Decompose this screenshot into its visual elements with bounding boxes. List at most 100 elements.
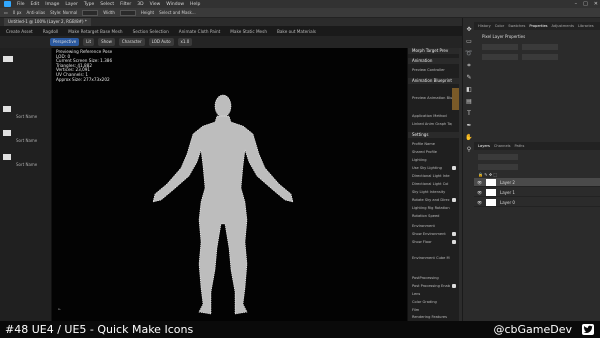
document-tab[interactable]: Untitled-1 @ 100% (Layer 2, RGB/8#) *	[4, 18, 91, 26]
width-field[interactable]	[82, 9, 99, 16]
marquee-tool-icon[interactable]: ▭	[465, 38, 473, 46]
ue-tab-retarget[interactable]: Make Retarget Base Mesh	[68, 29, 122, 34]
lasso-tool-icon[interactable]: ➰	[465, 50, 473, 58]
menu-help[interactable]: Help	[190, 2, 200, 7]
sort-name-label[interactable]: Sort Name	[16, 138, 37, 143]
section-postprocessing[interactable]: PostProcessing	[412, 276, 452, 280]
brush-tool-icon[interactable]: ✎	[465, 74, 473, 82]
lit-button[interactable]: Lit	[83, 38, 95, 46]
ue-tab-create-asset[interactable]: Create Asset	[6, 29, 33, 34]
properties-title: Pixel Layer Properties	[482, 34, 526, 39]
tab-adjustments[interactable]: Adjustments	[552, 24, 575, 28]
section-animation-blueprint[interactable]: Animation Blueprint	[408, 78, 463, 84]
hand-tool-icon[interactable]: ✋	[465, 134, 473, 142]
video-title: #48 UE4 / UE5 - Quick Make Icons	[5, 323, 194, 336]
left-panel-swatch[interactable]	[3, 154, 11, 160]
ue-tab-section-selection[interactable]: Section Selection	[133, 29, 169, 34]
show-button[interactable]: Show	[98, 38, 115, 46]
layers-tab-row: Layers Channels Paths	[474, 142, 600, 150]
width-label: Width	[103, 10, 115, 15]
width-field[interactable]	[482, 44, 518, 50]
layer-row[interactable]: 👁 Layer 0	[474, 198, 600, 207]
show-floor-checkbox[interactable]	[452, 240, 456, 244]
viewport[interactable]: Previewing Reference Pose LOD: 0 Current…	[52, 48, 407, 321]
tab-layers[interactable]: Layers	[478, 144, 490, 148]
type-tool-icon[interactable]: T	[465, 110, 473, 118]
playback-speed-button[interactable]: x1.0	[177, 38, 193, 46]
menu-window[interactable]: Window	[166, 2, 184, 7]
move-tool-icon[interactable]: ✥	[465, 26, 473, 34]
setting-row: Rendering Features	[412, 315, 447, 319]
menu-file[interactable]: File	[17, 2, 25, 7]
style-select[interactable]: Style: Normal	[50, 10, 77, 15]
crop-tool-icon[interactable]: ⌗	[465, 62, 473, 70]
layer-name[interactable]: Layer 1	[500, 190, 515, 195]
zoom-tool-icon[interactable]: ⚲	[465, 146, 473, 154]
x-field[interactable]	[482, 54, 518, 60]
setting-row: Profile Name	[412, 142, 435, 146]
post-processing-checkbox[interactable]	[452, 284, 456, 288]
perspective-button[interactable]: Perspective	[50, 38, 80, 46]
lock-icons[interactable]: 🔒 ✎ ✥ ⬚	[478, 172, 497, 177]
layer-row[interactable]: 👁 Layer 2	[474, 178, 600, 187]
ue-tab-static-mesh[interactable]: Make Static Mesh	[230, 29, 267, 34]
tab-channels[interactable]: Channels	[494, 144, 511, 148]
character-button[interactable]: Character	[118, 38, 145, 46]
left-panel-swatch[interactable]	[3, 56, 13, 62]
height-field[interactable]	[119, 9, 136, 16]
setting-row: Linked Anim Graph Tag	[412, 122, 452, 126]
eye-icon[interactable]: 👁	[477, 180, 482, 185]
layer-name[interactable]: Layer 0	[500, 200, 515, 205]
panel-header[interactable]: Morph Target Prev	[408, 48, 463, 54]
left-panel-swatch[interactable]	[3, 130, 11, 136]
ue-tab-ragdoll[interactable]: Ragdoll	[43, 29, 59, 34]
close-button[interactable]: ✕	[594, 1, 598, 7]
select-and-mask-button[interactable]: Select and Mask...	[159, 10, 196, 15]
sort-name-label[interactable]: Sort Name	[16, 162, 37, 167]
menu-3d[interactable]: 3D	[137, 2, 143, 7]
pen-tool-icon[interactable]: ✒	[465, 122, 473, 130]
left-panel-swatch[interactable]	[3, 106, 11, 112]
tab-swatches[interactable]: Swatches	[508, 24, 525, 28]
tab-paths[interactable]: Paths	[515, 144, 525, 148]
anti-alias-checkbox[interactable]: Anti-alias	[27, 10, 46, 15]
layer-row[interactable]: 👁 Layer 1	[474, 188, 600, 197]
gradient-tool-icon[interactable]: ▤	[465, 98, 473, 106]
feather-value[interactable]: 0 px	[13, 10, 22, 15]
show-environment-checkbox[interactable]	[452, 232, 456, 236]
section-settings[interactable]: Settings	[408, 132, 463, 138]
menu-image[interactable]: Image	[45, 2, 59, 7]
menu-edit[interactable]: Edit	[31, 2, 40, 7]
setting-row: Show Floor	[412, 240, 432, 244]
menu-filter[interactable]: Filter	[120, 2, 131, 7]
tab-properties[interactable]: Properties	[529, 24, 547, 28]
height-field[interactable]	[522, 44, 558, 50]
layer-filter-select[interactable]	[478, 154, 518, 160]
axis-gizmo-icon: ⟀	[58, 306, 61, 312]
menu-layer[interactable]: Layer	[65, 2, 78, 7]
tab-history[interactable]: History	[478, 24, 491, 28]
menu-type[interactable]: Type	[84, 2, 94, 7]
blend-mode-select[interactable]	[478, 164, 518, 170]
menu-select[interactable]: Select	[100, 2, 114, 7]
eraser-tool-icon[interactable]: ◧	[465, 86, 473, 94]
twitter-icon	[582, 324, 594, 335]
tab-color[interactable]: Color	[495, 24, 504, 28]
menu-view[interactable]: View	[150, 2, 161, 7]
minimize-button[interactable]: –	[575, 1, 578, 7]
layer-name[interactable]: Layer 2	[500, 180, 515, 185]
ue-tab-bake-materials[interactable]: Bake out Materials	[277, 29, 316, 34]
eye-icon[interactable]: 👁	[477, 190, 482, 195]
sort-name-label[interactable]: Sort Name	[16, 114, 37, 119]
section-lighting[interactable]: Lighting	[412, 158, 452, 162]
eye-icon[interactable]: 👁	[477, 200, 482, 205]
maximize-button[interactable]: □	[583, 1, 588, 7]
tab-libraries[interactable]: Libraries	[578, 24, 594, 28]
section-animation[interactable]: Animation	[408, 58, 463, 64]
ue-tab-cloth-paint[interactable]: Animate Cloth Paint	[179, 29, 221, 34]
y-field[interactable]	[522, 54, 558, 60]
lod-button[interactable]: LOD Auto	[148, 38, 174, 46]
rotate-sky-checkbox[interactable]	[452, 198, 456, 202]
marquee-tool-icon[interactable]: ▭	[4, 10, 8, 15]
sky-lighting-checkbox[interactable]	[452, 166, 456, 170]
